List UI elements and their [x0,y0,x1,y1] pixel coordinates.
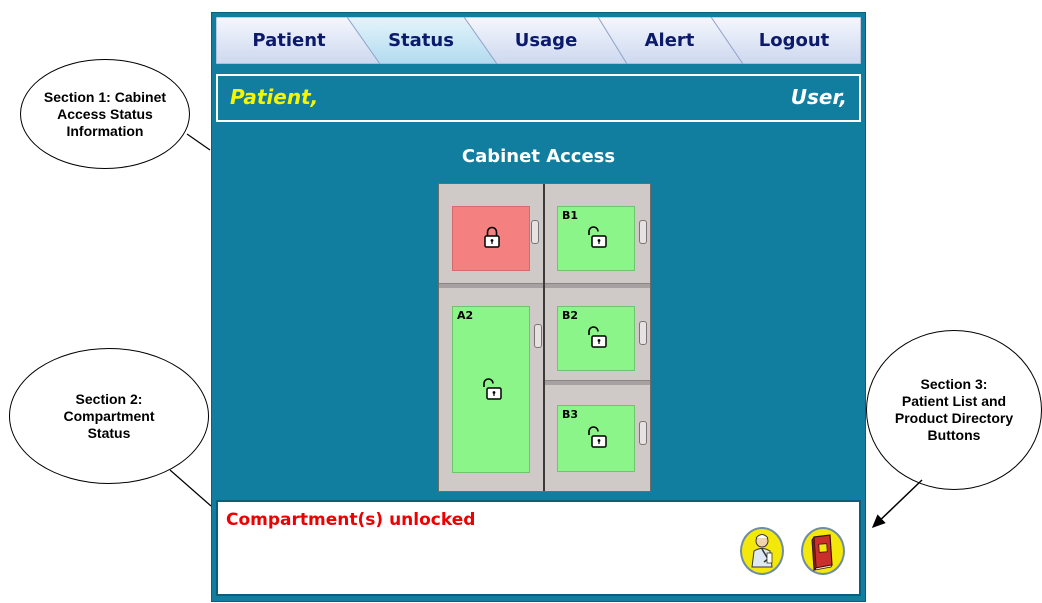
section2-pointer [169,469,212,507]
section1-pointer [186,133,211,151]
callout-pointers [169,133,923,529]
section3-pointer [871,479,923,529]
